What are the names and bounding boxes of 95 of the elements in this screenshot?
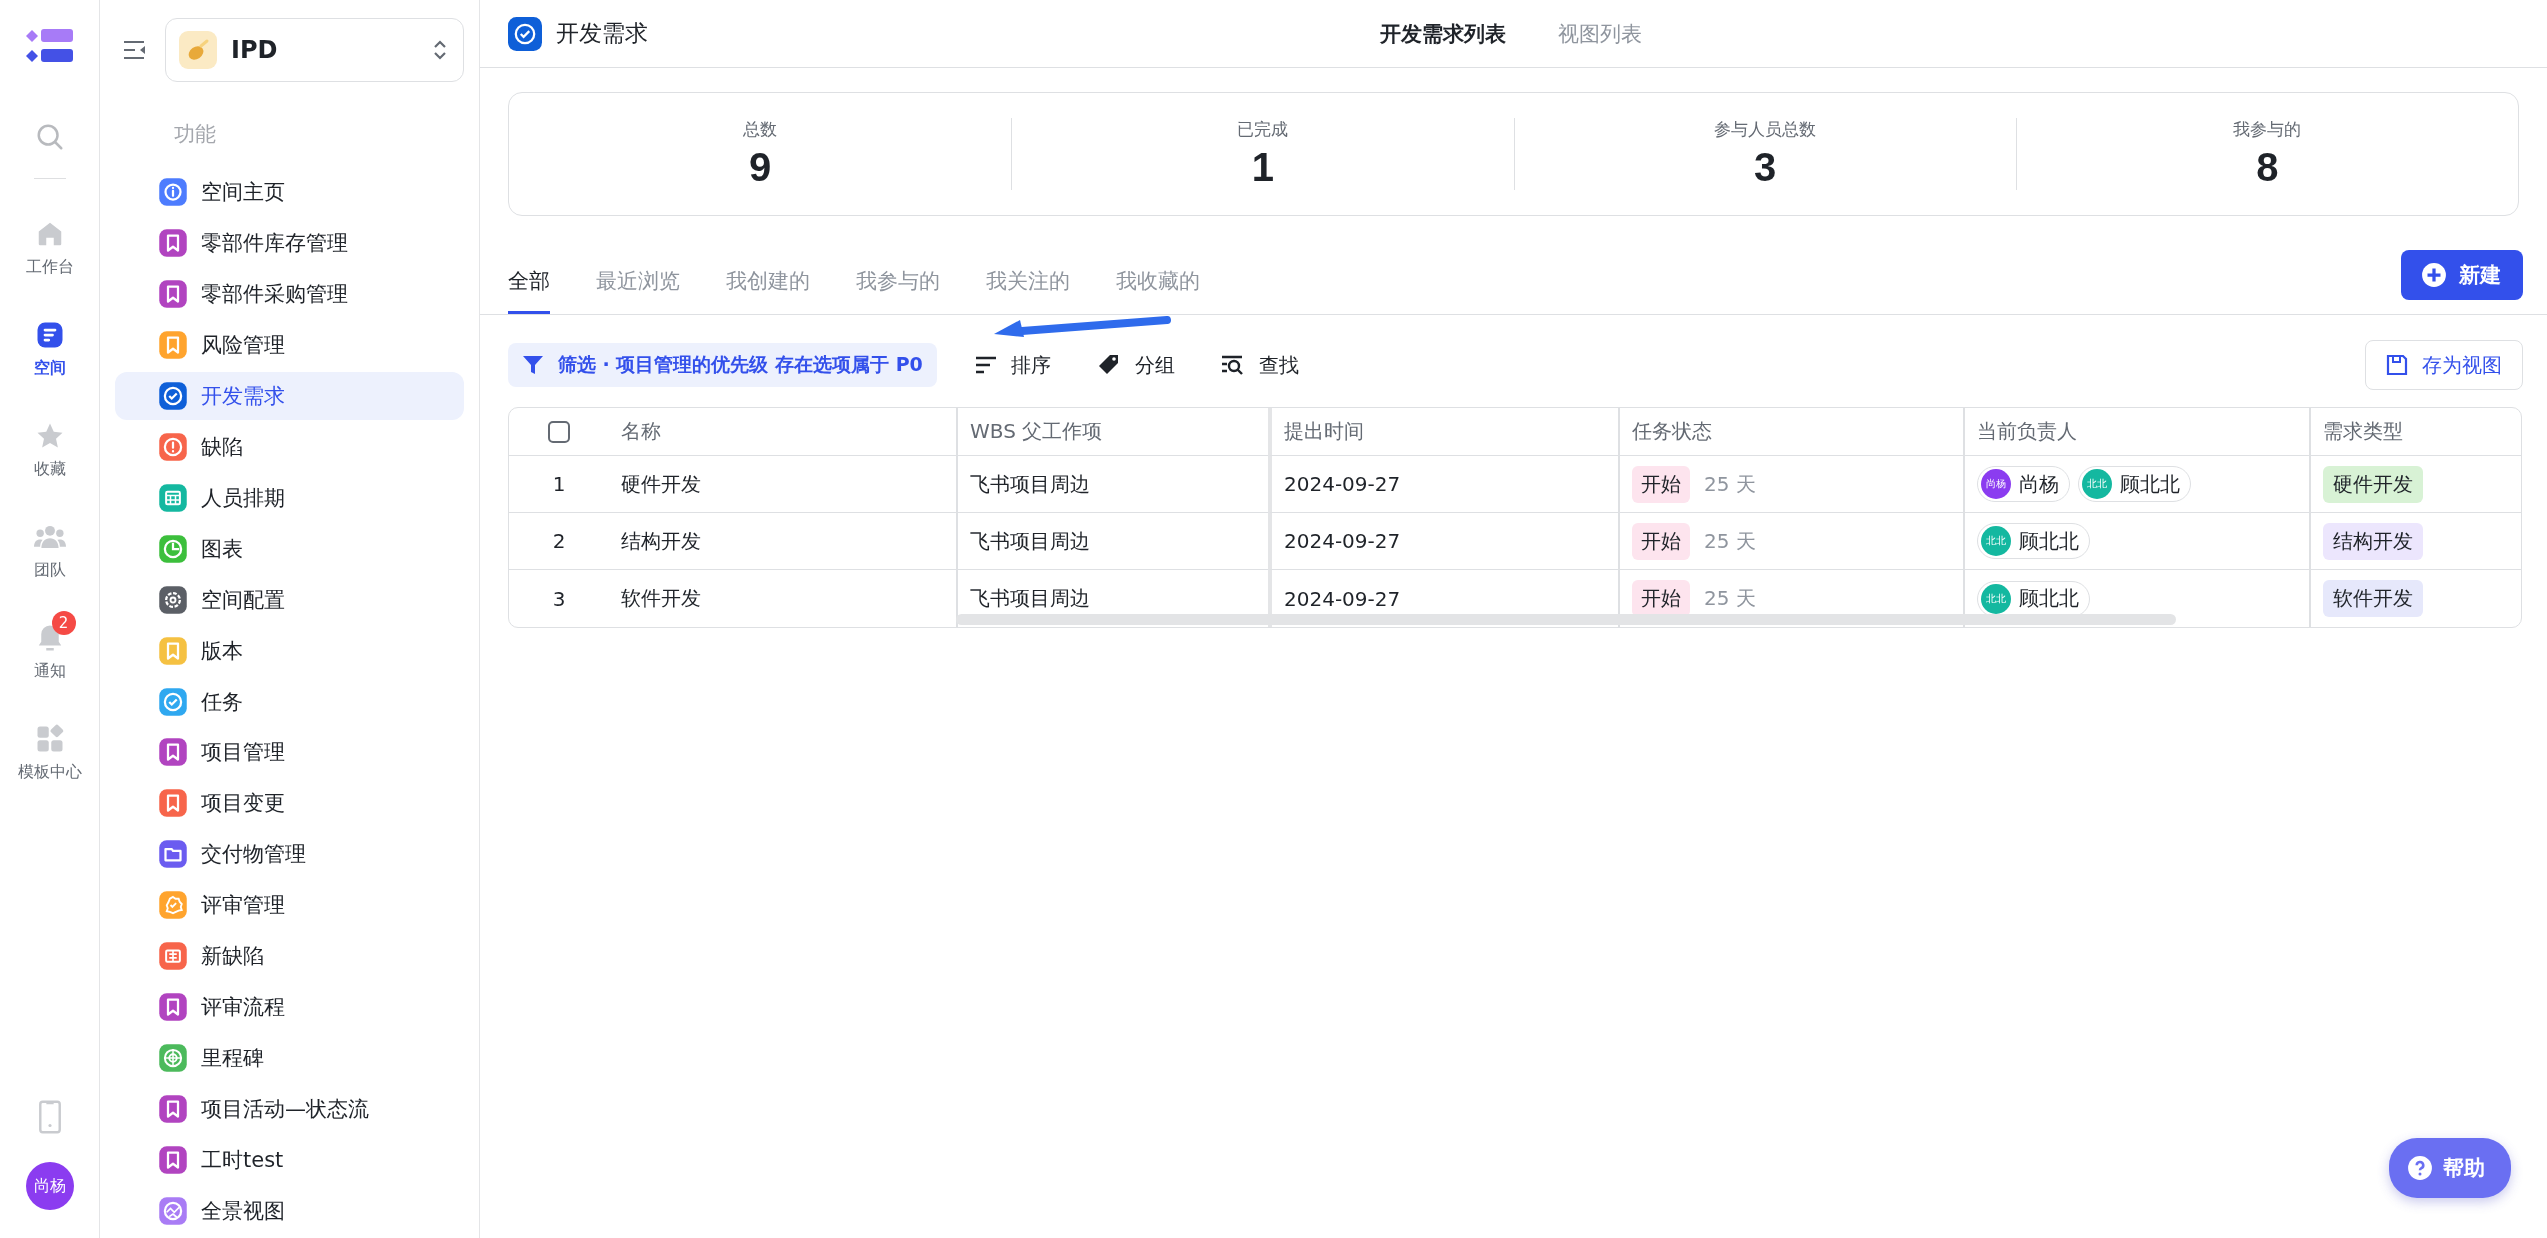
table-cell: 2024-09-27	[1268, 456, 1618, 513]
horizontal-scrollbar[interactable]	[956, 614, 2176, 625]
type-tag: 硬件开发	[2323, 465, 2423, 503]
sidebar-item[interactable]: 任务	[115, 677, 464, 726]
stat-value: 8	[2256, 145, 2279, 190]
table-cell: 飞书项目周边	[956, 456, 1268, 513]
column-header: 名称	[609, 408, 956, 456]
app-logo[interactable]	[24, 28, 75, 64]
rail-label: 通知	[33, 661, 66, 682]
sort-button[interactable]: 排序	[966, 351, 1059, 379]
rail-label: 收藏	[33, 459, 66, 480]
column-header: 需求类型	[2309, 408, 2521, 456]
sort-icon	[974, 355, 997, 375]
sidebar-item[interactable]: 交付物管理	[115, 830, 464, 879]
rail-label: 团队	[33, 560, 66, 581]
type-tag: 结构开发	[2323, 522, 2423, 560]
find-button[interactable]: 查找	[1212, 351, 1307, 379]
sidebar-item[interactable]: 零部件库存管理	[115, 218, 464, 267]
section-heading: 功能	[174, 121, 217, 148]
table-cell: 飞书项目周边	[956, 513, 1268, 570]
help-icon	[2407, 1155, 2433, 1181]
row-number: 1	[509, 456, 609, 513]
column-header: 任务状态	[1618, 408, 1963, 456]
sidebar-item[interactable]: 项目活动—状态流	[115, 1085, 464, 1134]
column-header: 提出时间	[1268, 408, 1618, 456]
type-tag: 软件开发	[2323, 580, 2423, 617]
duration-text: 25 天	[1704, 527, 1756, 555]
space-selector[interactable]: IPD	[165, 18, 464, 82]
rail-item[interactable]: 模板中心	[17, 724, 82, 783]
sidebar-item[interactable]: 版本	[115, 626, 464, 675]
stat-label: 总数	[743, 118, 778, 141]
column-header: WBS 父工作项	[956, 408, 1268, 456]
row-number: 3	[551, 585, 567, 613]
rail-item[interactable]: 团队	[33, 522, 66, 581]
sidebar-item[interactable]: 工时test	[115, 1136, 464, 1185]
row-number: 2	[509, 513, 609, 570]
find-icon	[1220, 354, 1245, 376]
notification-badge: 2	[51, 611, 76, 635]
rail-label: 模板中心	[17, 762, 82, 783]
sidebar-item[interactable]: 项目管理	[115, 728, 464, 777]
header-tab[interactable]: 开发需求列表	[1380, 20, 1506, 48]
collapse-sidebar-icon[interactable]	[123, 40, 147, 60]
save-icon	[2386, 354, 2408, 376]
rail-item[interactable]: 工作台	[25, 219, 74, 278]
status-tag: 开始	[1632, 522, 1690, 560]
rail-label: 工作台	[25, 257, 74, 278]
table-cell[interactable]: 硬件开发	[609, 456, 956, 513]
sidebar-item[interactable]: 人员排期	[115, 473, 464, 522]
stat-label: 我参与的	[2233, 118, 2302, 141]
filter-chip[interactable]: 筛选 · 项目管理的优先级 存在选项属于 P0	[508, 343, 937, 387]
help-button[interactable]: 帮助	[2389, 1138, 2511, 1198]
avatar: 北北	[1981, 526, 2011, 556]
status-tag: 开始	[1632, 465, 1690, 503]
sidebar-item[interactable]: 新缺陷	[115, 932, 464, 981]
sidebar-item[interactable]: 图表	[115, 524, 464, 573]
stat-value: 9	[749, 145, 772, 190]
sidebar-item[interactable]: 开发需求	[115, 371, 464, 420]
stat-label: 参与人员总数	[1714, 118, 1817, 141]
sidebar-item[interactable]: 全景视图	[115, 1187, 464, 1235]
filter-icon	[522, 354, 544, 376]
sidebar-item[interactable]: 缺陷	[115, 422, 464, 471]
avatar: 北北	[2082, 469, 2112, 499]
sidebar-item[interactable]: 风险管理	[115, 320, 464, 369]
page-title: 开发需求	[556, 19, 648, 48]
column-header: 当前负责人	[1963, 408, 2309, 456]
chevron-updown-icon	[433, 38, 447, 62]
stat-label: 已完成	[1237, 118, 1289, 141]
duration-text: 25 天	[1704, 585, 1756, 612]
stat-value: 3	[1754, 145, 1777, 190]
rail-item[interactable]: 2 通知	[23, 611, 76, 682]
sidebar-item[interactable]: 评审流程	[115, 983, 464, 1032]
checkbox[interactable]	[548, 420, 570, 443]
sidebar-item[interactable]: 里程碑	[115, 1034, 464, 1083]
sidebar-item[interactable]: 空间主页	[115, 168, 464, 216]
sidebar-item[interactable]: 评审管理	[115, 881, 464, 930]
rail-item[interactable]: 空间	[33, 320, 66, 379]
duration-text: 25 天	[1704, 470, 1756, 498]
view-tab[interactable]: 全部	[508, 267, 550, 314]
avatar: 尚杨	[1981, 469, 2011, 499]
drumstick-icon	[179, 31, 217, 69]
plus-circle-icon	[2421, 262, 2447, 288]
rail-label: 空间	[33, 358, 66, 379]
rail-item[interactable]: 收藏	[33, 421, 66, 480]
tag-button[interactable]: 分组	[1088, 351, 1183, 379]
save-view-button[interactable]: 存为视图	[2365, 340, 2523, 390]
sidebar-item[interactable]: 项目变更	[115, 779, 464, 828]
sidebar-item[interactable]: 零部件采购管理	[115, 269, 464, 318]
stat-value: 1	[1251, 145, 1274, 190]
avatar: 北北	[1981, 583, 2011, 614]
table-cell[interactable]: 结构开发	[609, 513, 956, 570]
sidebar-item[interactable]: 空间配置	[115, 575, 464, 624]
table-cell[interactable]: 软件开发	[609, 570, 956, 627]
user-avatar[interactable]: 尚杨	[25, 1162, 74, 1210]
new-button[interactable]: 新建	[2401, 250, 2523, 300]
table-cell: 2024-09-27	[1268, 513, 1618, 570]
